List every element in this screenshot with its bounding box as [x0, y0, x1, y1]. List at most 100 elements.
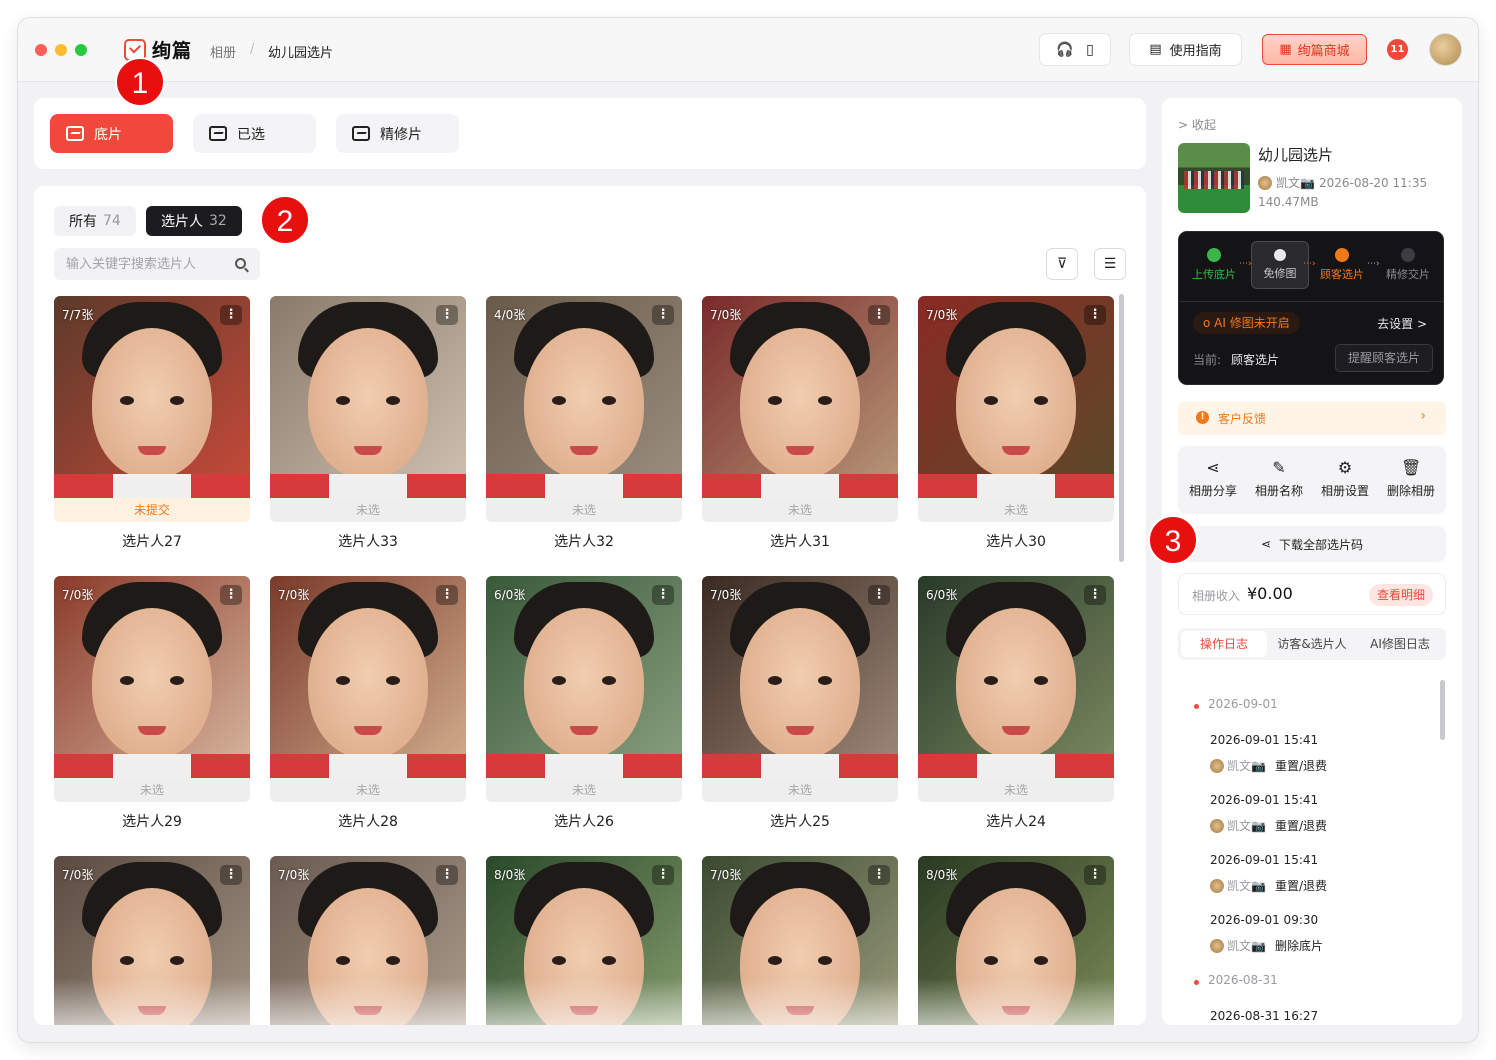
filter-selectors[interactable]: 选片人 32: [146, 206, 242, 236]
more-options-icon[interactable]: ⋮: [868, 865, 890, 885]
selector-photo[interactable]: 8/0张 ⋮: [918, 856, 1114, 1025]
more-options-icon[interactable]: ⋮: [1084, 305, 1106, 325]
customer-feedback-row[interactable]: ! 客户反馈 ›: [1178, 401, 1446, 435]
selector-photo[interactable]: ⋮: [270, 296, 466, 498]
search-box: [54, 248, 260, 280]
guide-button[interactable]: ▤ 使用指南: [1129, 33, 1242, 66]
selector-card[interactable]: 7/0张 ⋮: [54, 856, 250, 1025]
more-options-icon[interactable]: ⋮: [1084, 865, 1106, 885]
selector-card[interactable]: 7/0张 ⋮ 未选 选片人31: [702, 296, 898, 551]
tab-retouched[interactable]: 精修片: [336, 114, 459, 153]
user-avatar[interactable]: [1429, 33, 1462, 66]
selector-card[interactable]: 8/0张 ⋮: [918, 856, 1114, 1025]
selector-photo[interactable]: 7/0张 ⋮: [270, 576, 466, 778]
breadcrumb-albums[interactable]: 相册: [210, 42, 236, 61]
go-settings-link[interactable]: 去设置 >: [1377, 315, 1427, 332]
selector-card[interactable]: ⋮ 未选 选片人33: [270, 296, 466, 551]
selector-photo[interactable]: 7/0张 ⋮: [270, 856, 466, 1025]
action-label: 相册设置: [1320, 484, 1369, 498]
selector-card[interactable]: 7/0张 ⋮ 未选 选片人28: [270, 576, 466, 831]
selector-photo[interactable]: 7/0张 ⋮: [918, 296, 1114, 498]
selector-photo[interactable]: 6/0张 ⋮: [918, 576, 1114, 778]
close-window-button[interactable]: [35, 44, 47, 56]
filter-all[interactable]: 所有 74: [54, 206, 136, 236]
shirt: [702, 754, 898, 778]
selector-photo[interactable]: 7/0张 ⋮: [54, 856, 250, 1025]
search-icon[interactable]: [235, 258, 246, 269]
step-deliver[interactable]: 精修交片: [1379, 248, 1437, 282]
filter-clear-button[interactable]: ⊽: [1046, 248, 1078, 280]
selector-photo[interactable]: 7/0张 ⋮: [702, 856, 898, 1025]
step-upload[interactable]: 上传底片: [1185, 248, 1243, 282]
grid-scrollbar[interactable]: [1119, 294, 1124, 562]
list-view-button[interactable]: ☰: [1094, 248, 1126, 280]
eye: [386, 396, 400, 405]
shop-button[interactable]: ▦ 绚篇商城: [1262, 34, 1367, 65]
selector-photo[interactable]: 7/0张 ⋮: [54, 576, 250, 778]
collapse-button[interactable]: > 收起: [1178, 116, 1216, 133]
selector-photo[interactable]: 8/0张 ⋮: [486, 856, 682, 1025]
photo-count: 7/0张: [926, 308, 958, 322]
face: [956, 608, 1076, 758]
selector-photo[interactable]: 7/0张 ⋮: [702, 576, 898, 778]
more-options-icon[interactable]: ⋮: [220, 305, 242, 325]
delete-album-button[interactable]: 🗑 删除相册: [1378, 458, 1444, 499]
more-options-icon[interactable]: ⋮: [436, 865, 458, 885]
tab-visitors[interactable]: 访客&选片人: [1269, 631, 1355, 657]
tab-negatives[interactable]: 底片: [50, 114, 173, 153]
selector-card[interactable]: 7/0张 ⋮ 未选 选片人29: [54, 576, 250, 831]
selector-card[interactable]: 7/0张 ⋮: [702, 856, 898, 1025]
filter-selectors-label: 选片人: [161, 214, 203, 230]
selector-card[interactable]: 6/0张 ⋮ 未选 选片人26: [486, 576, 682, 831]
step-no-retouch[interactable]: 免修图: [1251, 241, 1309, 289]
more-options-icon[interactable]: ⋮: [868, 305, 890, 325]
tab-ai-log[interactable]: AI修图日志: [1357, 631, 1443, 657]
current-stage-label: 当前:: [1193, 353, 1222, 367]
headset-icon[interactable]: 🎧: [1056, 42, 1073, 58]
selector-card[interactable]: 8/0张 ⋮: [486, 856, 682, 1025]
view-tabs: 底片 已选 精修片: [34, 98, 1146, 169]
log-scrollbar[interactable]: [1440, 680, 1445, 740]
download-codes-button[interactable]: ⋖ 下载全部选片码: [1178, 526, 1446, 562]
more-options-icon[interactable]: ⋮: [652, 585, 674, 605]
more-options-icon[interactable]: ⋮: [436, 305, 458, 325]
step-customer-select[interactable]: 顾客选片: [1313, 248, 1371, 282]
notification-badge[interactable]: 11: [1387, 39, 1408, 60]
minimize-window-button[interactable]: [55, 44, 67, 56]
photo-count: 7/0张: [62, 588, 94, 602]
workflow-panel: 上传底片 ⋯› 免修图 ⋯› 顾客选片 ⋯› 精修交片 o AI 修图未开启 去…: [1178, 231, 1444, 385]
more-options-icon[interactable]: ⋮: [652, 865, 674, 885]
tab-selected[interactable]: 已选: [193, 114, 316, 153]
view-detail-button[interactable]: 查看明细: [1368, 584, 1433, 606]
more-options-icon[interactable]: ⋮: [652, 305, 674, 325]
mobile-icon[interactable]: ▯: [1082, 42, 1098, 58]
more-options-icon[interactable]: ⋮: [436, 585, 458, 605]
more-options-icon[interactable]: ⋮: [1084, 585, 1106, 605]
eye: [552, 676, 566, 685]
selector-photo[interactable]: 7/0张 ⋮: [702, 296, 898, 498]
selector-photo[interactable]: 4/0张 ⋮: [486, 296, 682, 498]
selector-card[interactable]: 6/0张 ⋮ 未选 选片人24: [918, 576, 1114, 831]
selector-photo[interactable]: 6/0张 ⋮: [486, 576, 682, 778]
album-settings-button[interactable]: ⚙ 相册设置: [1312, 458, 1378, 499]
zoom-window-button[interactable]: [75, 44, 87, 56]
tab-operation-log[interactable]: 操作日志: [1181, 631, 1267, 657]
face: [92, 328, 212, 478]
search-input[interactable]: [66, 248, 226, 280]
face: [524, 328, 644, 478]
selector-card[interactable]: 4/0张 ⋮ 未选 选片人32: [486, 296, 682, 551]
selector-card[interactable]: 7/0张 ⋮ 未选 选片人25: [702, 576, 898, 831]
share-album-button[interactable]: ⋖ 相册分享: [1180, 458, 1246, 499]
income-value: ¥0.00: [1247, 584, 1293, 603]
more-options-icon[interactable]: ⋮: [868, 585, 890, 605]
more-options-icon[interactable]: ⋮: [220, 585, 242, 605]
chevron-right-icon: ›: [1420, 408, 1426, 424]
remind-customer-button[interactable]: 提醒顾客选片: [1335, 344, 1433, 372]
selector-card[interactable]: 7/0张 ⋮ 未选 选片人30: [918, 296, 1114, 551]
selector-card[interactable]: 7/7张 ⋮ 未提交 选片人27: [54, 296, 250, 551]
eye: [386, 676, 400, 685]
rename-album-button[interactable]: ✎ 相册名称: [1246, 458, 1312, 499]
selector-photo[interactable]: 7/7张 ⋮: [54, 296, 250, 498]
more-options-icon[interactable]: ⋮: [220, 865, 242, 885]
selector-card[interactable]: 7/0张 ⋮: [270, 856, 466, 1025]
